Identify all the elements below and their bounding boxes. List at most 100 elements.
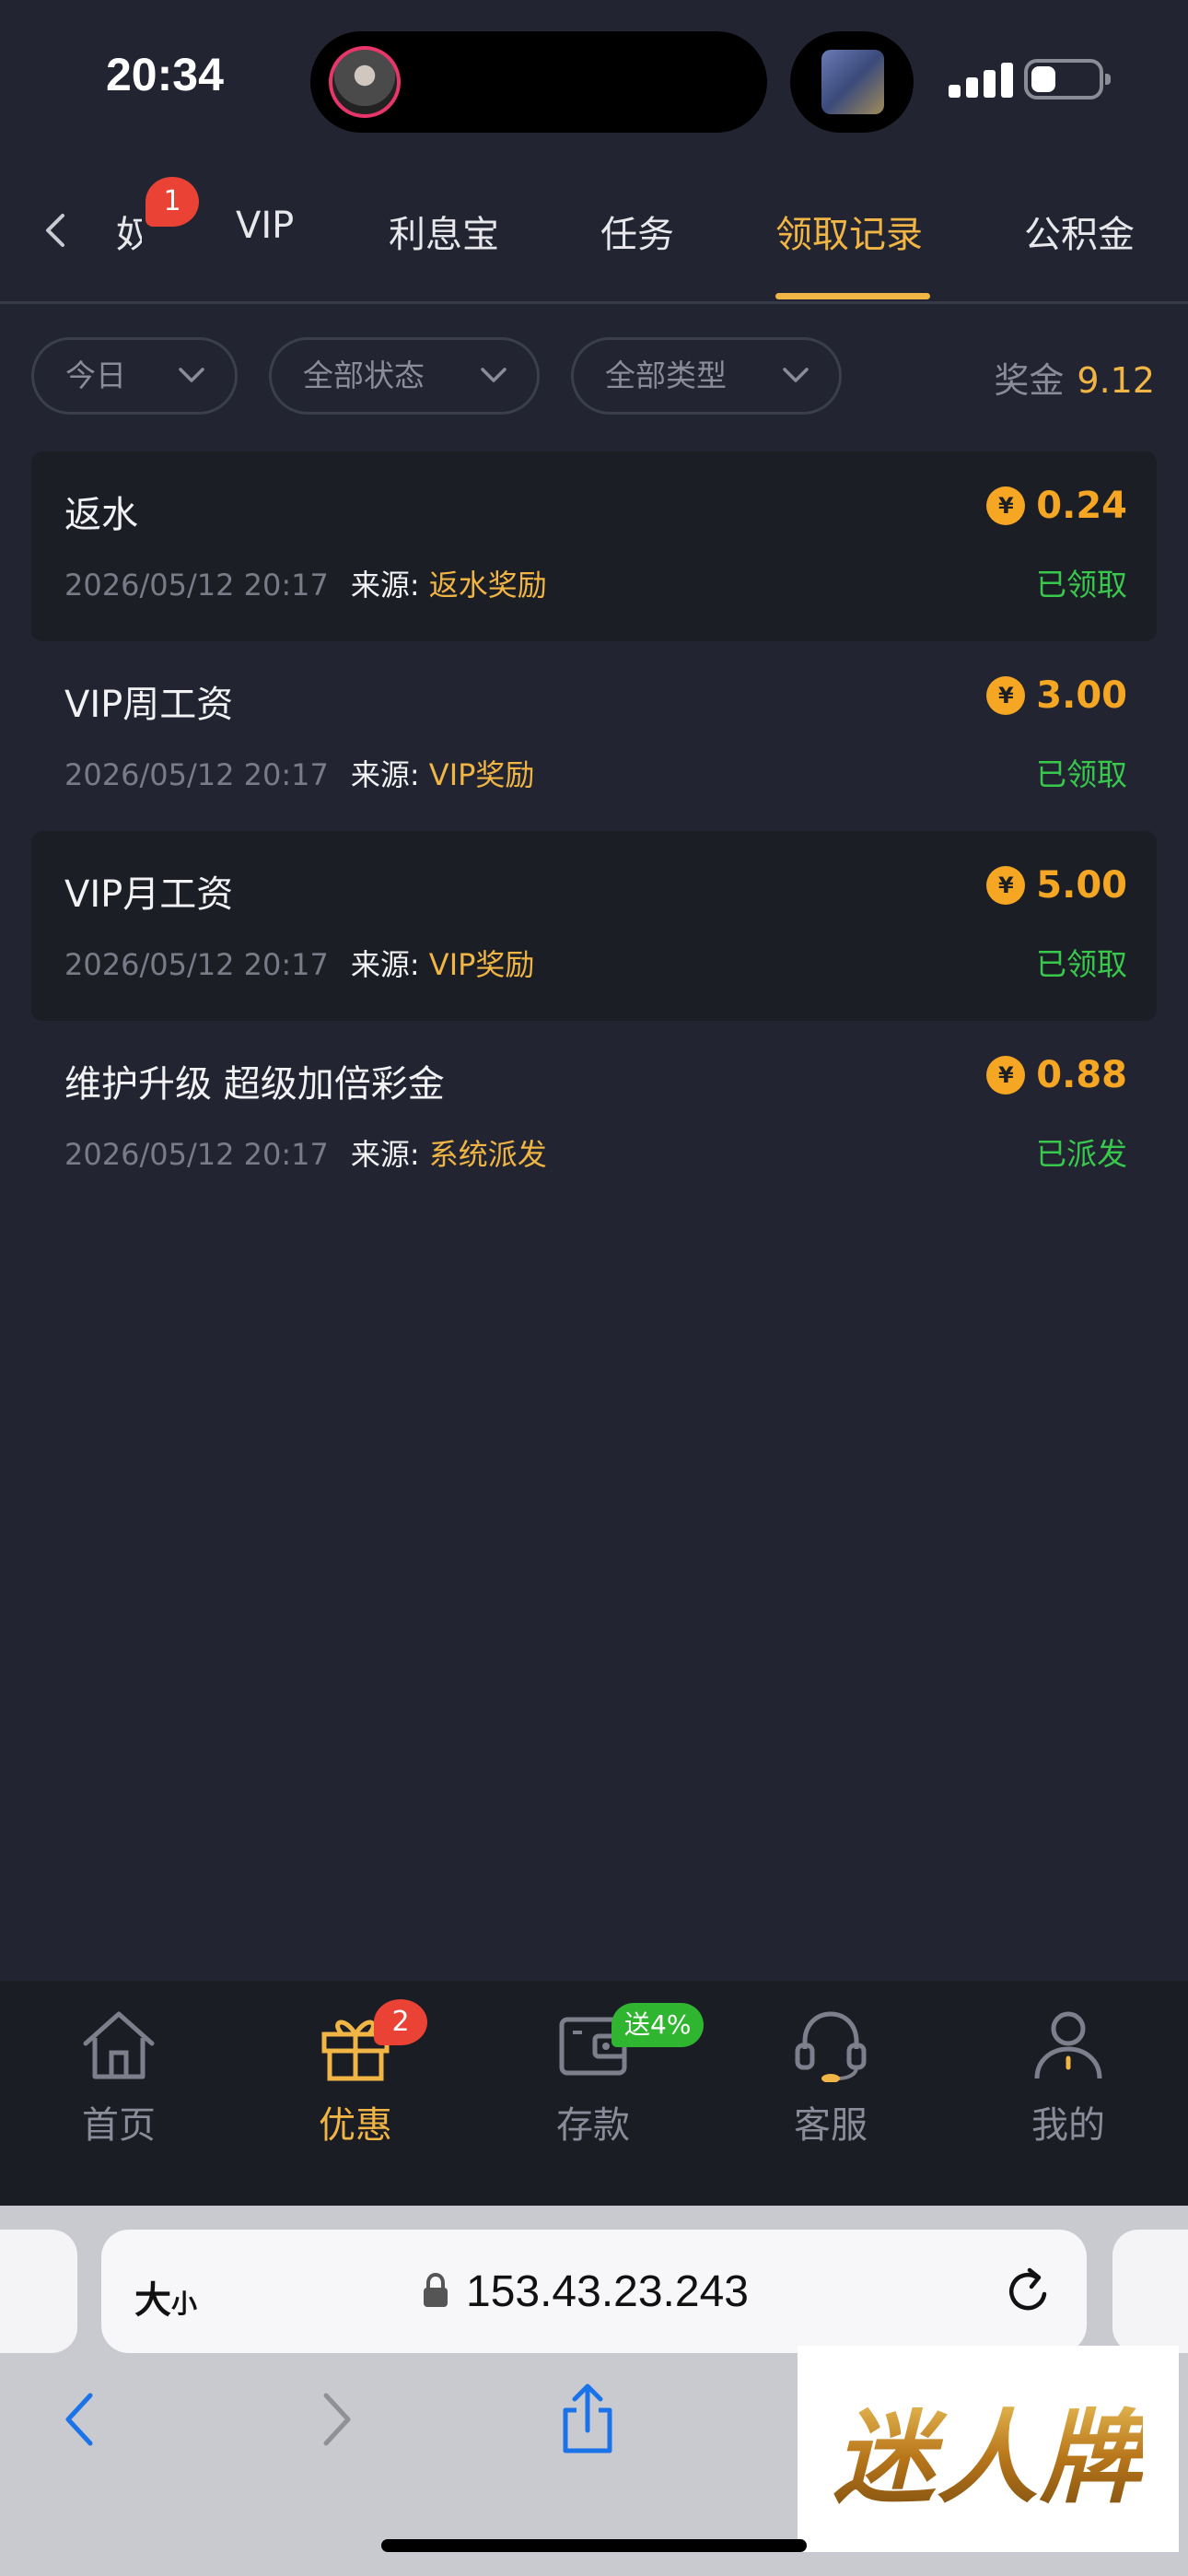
record-title: VIP月工资 xyxy=(64,873,234,916)
record-source-label: 来源: xyxy=(350,947,420,982)
record-row[interactable]: VIP周工资 2026/05/12 20:17 来源: VIP奖励 ¥3.00 已… xyxy=(31,641,1157,831)
deposit-bonus-tag: 送4% xyxy=(611,2003,705,2047)
nav-deposit-label: 存款 xyxy=(556,2104,630,2147)
bottom-nav: 首页 优惠 2 存款 送4% 客服 我的 xyxy=(0,1981,1188,2206)
watermark-logo: 迷人牌 xyxy=(798,2346,1179,2552)
record-amount-value: 0.88 xyxy=(1036,1054,1127,1096)
tab-vip[interactable]: VIP xyxy=(236,205,294,247)
nav-promotions-badge: 2 xyxy=(374,1999,427,2045)
filter-bar: 今日 全部状态 全部类型 奖金 9.12 xyxy=(0,332,1188,416)
home-indicator xyxy=(381,2539,807,2552)
status-filter-label: 全部状态 xyxy=(303,357,425,393)
record-amount: ¥0.24 xyxy=(986,485,1127,527)
record-row[interactable]: VIP月工资 2026/05/12 20:17 来源: VIP奖励 ¥5.00 已… xyxy=(31,831,1157,1021)
battery-icon xyxy=(1024,59,1111,100)
record-meta: 2026/05/12 20:17 来源: 返水奖励 xyxy=(64,562,547,604)
bonus-total: 奖金 9.12 xyxy=(994,352,1155,403)
type-filter-label: 全部类型 xyxy=(605,357,727,393)
record-amount: ¥5.00 xyxy=(986,864,1127,907)
coin-icon: ¥ xyxy=(986,1056,1026,1095)
nav-customer-service-label: 客服 xyxy=(794,2104,868,2147)
tab-provident-fund[interactable]: 公积金 xyxy=(1024,205,1135,258)
record-time: 2026/05/12 20:17 xyxy=(64,947,329,982)
text-size-small: 小 xyxy=(171,2289,198,2319)
status-filter-dropdown[interactable]: 全部状态 xyxy=(269,337,540,415)
record-status: 已领取 xyxy=(1036,756,1127,792)
tab-claim-records[interactable]: 领取记录 xyxy=(775,205,923,258)
record-meta: 2026/05/12 20:17 来源: 系统派发 xyxy=(64,1131,547,1174)
record-row[interactable]: 返水 2026/05/12 20:17 来源: 返水奖励 ¥0.24 已领取 xyxy=(31,451,1157,641)
text-size-button[interactable]: 大小 xyxy=(134,2270,197,2324)
nav-profile-label: 我的 xyxy=(1031,2104,1105,2147)
nav-customer-service[interactable]: 客服 xyxy=(739,2008,923,2184)
active-tab-indicator xyxy=(775,293,930,299)
coin-icon: ¥ xyxy=(986,676,1026,715)
record-amount: ¥0.88 xyxy=(986,1054,1127,1096)
share-icon[interactable] xyxy=(558,2383,617,2456)
date-filter-label: 今日 xyxy=(65,357,126,393)
record-meta: 2026/05/12 20:17 来源: VIP奖励 xyxy=(64,942,534,984)
record-row[interactable]: 维护升级 超级加倍彩金 2026/05/12 20:17 来源: 系统派发 ¥0.… xyxy=(31,1021,1157,1211)
browser-forward-icon[interactable] xyxy=(319,2390,355,2449)
nav-home[interactable]: 首页 xyxy=(27,2008,211,2184)
nav-home-label: 首页 xyxy=(82,2104,156,2147)
nav-promotions[interactable]: 优惠 2 xyxy=(263,1999,448,2184)
record-title: VIP周工资 xyxy=(64,684,234,726)
lock-icon xyxy=(424,2272,448,2307)
text-size-big: 大 xyxy=(134,2279,171,2322)
record-time: 2026/05/12 20:17 xyxy=(64,1137,329,1172)
record-title: 维护升级 超级加倍彩金 xyxy=(64,1063,445,1106)
reload-icon[interactable] xyxy=(1004,2266,1054,2316)
record-source-label: 来源: xyxy=(350,1137,420,1172)
claim-records-list: 返水 2026/05/12 20:17 来源: 返水奖励 ¥0.24 已领取 VI… xyxy=(31,451,1157,1211)
bonus-value: 9.12 xyxy=(1077,360,1155,401)
tab-bar: 奴 1 VIP 利息宝 任务 领取记录 公积金 xyxy=(0,157,1188,304)
tab-notification-badge: 1 xyxy=(146,177,199,227)
tab-interest[interactable]: 利息宝 xyxy=(389,205,499,258)
coin-icon: ¥ xyxy=(986,866,1026,905)
previous-tab-preview[interactable] xyxy=(0,2230,77,2353)
record-status: 已领取 xyxy=(1036,567,1127,603)
home-icon xyxy=(83,2011,155,2079)
bonus-label: 奖金 xyxy=(994,360,1065,401)
record-source: 系统派发 xyxy=(428,1137,547,1172)
record-amount: ¥3.00 xyxy=(986,674,1127,717)
live-activity-pill[interactable] xyxy=(790,31,914,133)
nav-deposit[interactable]: 存款 送4% xyxy=(501,2003,705,2184)
cellular-signal-icon xyxy=(949,61,1013,98)
status-time: 20:34 xyxy=(106,49,224,100)
nav-profile[interactable]: 我的 xyxy=(976,2008,1160,2184)
record-amount-value: 0.24 xyxy=(1036,485,1127,527)
nav-promotions-label: 优惠 xyxy=(319,2104,392,2147)
headset-icon xyxy=(795,2011,867,2082)
next-tab-preview[interactable] xyxy=(1112,2230,1188,2353)
url-text[interactable]: 153.43.23.243 xyxy=(466,2266,749,2317)
live-activity-avatar[interactable] xyxy=(329,46,401,118)
chevron-down-icon xyxy=(783,368,809,382)
live-activity-thumbnail[interactable] xyxy=(821,50,884,114)
chevron-down-icon xyxy=(481,368,507,382)
chevron-down-icon xyxy=(179,368,204,382)
record-title: 返水 xyxy=(64,494,138,536)
type-filter-dropdown[interactable]: 全部类型 xyxy=(571,337,842,415)
record-source: 返水奖励 xyxy=(428,568,547,603)
browser-back-icon[interactable] xyxy=(61,2390,98,2449)
record-status: 已派发 xyxy=(1036,1136,1127,1172)
user-icon xyxy=(1034,2011,1102,2079)
record-source: VIP奖励 xyxy=(428,757,535,792)
dynamic-island[interactable] xyxy=(310,31,767,133)
tab-tasks[interactable]: 任务 xyxy=(600,205,674,258)
record-amount-value: 5.00 xyxy=(1036,864,1127,907)
date-filter-dropdown[interactable]: 今日 xyxy=(31,337,238,415)
record-source-label: 来源: xyxy=(350,568,420,603)
record-time: 2026/05/12 20:17 xyxy=(64,568,329,603)
tab-partial[interactable]: 奴 xyxy=(116,205,142,258)
record-source-label: 来源: xyxy=(350,757,420,792)
record-source: VIP奖励 xyxy=(428,947,535,982)
address-bar[interactable]: 大小 153.43.23.243 xyxy=(101,2230,1087,2353)
record-meta: 2026/05/12 20:17 来源: VIP奖励 xyxy=(64,752,534,794)
watermark-text: 迷人牌 xyxy=(833,2375,1143,2523)
record-amount-value: 3.00 xyxy=(1036,674,1127,717)
record-time: 2026/05/12 20:17 xyxy=(64,757,329,792)
back-chevron-icon[interactable] xyxy=(39,212,76,249)
